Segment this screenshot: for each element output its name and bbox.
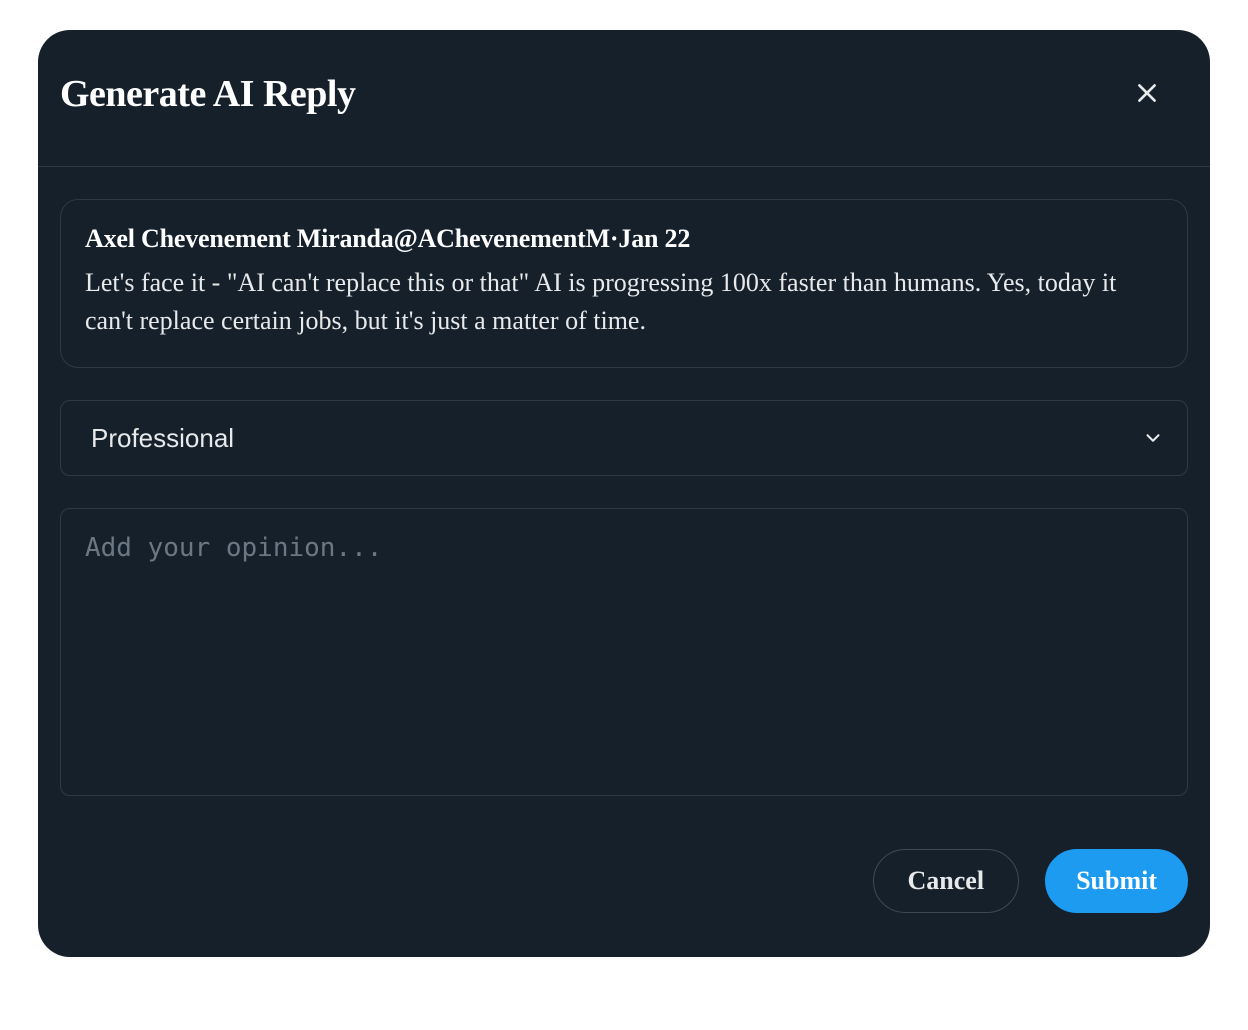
modal-footer: Cancel Submit (38, 811, 1210, 957)
modal-title: Generate AI Reply (60, 72, 355, 116)
cancel-button[interactable]: Cancel (873, 849, 1020, 913)
submit-button[interactable]: Submit (1045, 849, 1188, 913)
generate-ai-reply-modal: Generate AI Reply Axel Chevenement Miran… (38, 30, 1210, 957)
tone-select[interactable]: Professional (60, 400, 1188, 476)
opinion-input[interactable] (60, 508, 1188, 796)
tweet-author-line: Axel Chevenement Miranda@AChevenementM·J… (85, 224, 1163, 254)
modal-header: Generate AI Reply (38, 30, 1210, 167)
close-icon (1134, 80, 1160, 109)
tweet-text: Let's face it - "AI can't replace this o… (85, 264, 1163, 341)
close-button[interactable] (1128, 74, 1166, 115)
modal-body: Axel Chevenement Miranda@AChevenementM·J… (38, 167, 1210, 811)
source-tweet-card: Axel Chevenement Miranda@AChevenementM·J… (60, 199, 1188, 368)
tone-select-wrap: Professional (60, 400, 1188, 476)
